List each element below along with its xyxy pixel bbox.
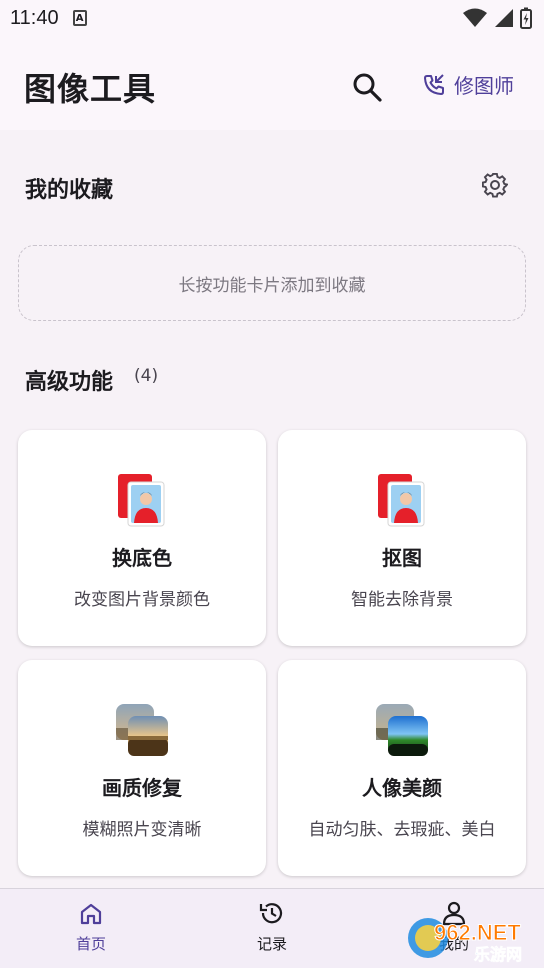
feature-card-quality-repair[interactable]: 画质修复 模糊照片变清晰 — [18, 660, 266, 876]
card-name: 抠图 — [382, 546, 422, 570]
card-desc: 自动匀肤、去瑕疵、美白 — [308, 820, 496, 840]
landscape-icon — [116, 704, 168, 756]
card-name: 换底色 — [112, 546, 172, 570]
card-name: 人像美颜 — [362, 776, 442, 800]
page-title: 图像工具 — [24, 70, 157, 108]
advanced-count: (4) — [134, 366, 159, 386]
card-desc: 改变图片背景颜色 — [74, 590, 210, 610]
watermark-text: 962.NET — [434, 920, 521, 945]
watermark-logo: 962.NET 乐游网 — [408, 918, 522, 964]
status-icons — [462, 7, 532, 29]
settings-gear-icon[interactable] — [482, 172, 508, 198]
wifi-icon — [463, 8, 487, 27]
advanced-title: 高级功能 — [25, 370, 114, 395]
portrait-icon — [118, 474, 165, 527]
card-desc: 模糊照片变清晰 — [82, 820, 202, 840]
status-bar: 11:40 A — [0, 0, 544, 36]
landscape-icon — [376, 704, 428, 756]
watermark-subtext: 乐游网 — [474, 945, 522, 964]
history-icon — [259, 903, 283, 924]
feature-card-portrait-beauty[interactable]: 人像美颜 自动匀肤、去瑕疵、美白 — [278, 660, 526, 876]
nav-item-home[interactable]: 首页 — [31, 889, 151, 968]
nav-item-history[interactable]: 记录 — [212, 889, 332, 968]
favorites-empty-box: 长按功能卡片添加到收藏 — [18, 245, 526, 321]
favorites-empty-hint: 长按功能卡片添加到收藏 — [178, 275, 366, 296]
notification-a-icon: A — [72, 10, 87, 26]
app-bar: 图像工具 修图师 — [0, 44, 544, 130]
retouch-button[interactable]: 修图师 — [422, 70, 514, 99]
signal-icon — [495, 9, 513, 27]
portrait-icon — [378, 474, 425, 527]
battery-icon — [520, 7, 532, 29]
status-time: 11:40 — [10, 6, 59, 29]
favorites-title: 我的收藏 — [25, 178, 114, 203]
nav-label-home: 首页 — [75, 935, 106, 953]
card-name: 画质修复 — [102, 776, 182, 800]
nav-label-history: 记录 — [256, 935, 287, 953]
retouch-label: 修图师 — [454, 74, 514, 98]
phone-call-icon — [424, 73, 444, 95]
feature-card-change-background[interactable]: 换底色 改变图片背景颜色 — [18, 430, 266, 646]
home-icon — [80, 903, 102, 925]
feature-card-cutout[interactable]: 抠图 智能去除背景 — [278, 430, 526, 646]
card-desc: 智能去除背景 — [351, 590, 453, 610]
search-icon[interactable] — [350, 70, 384, 104]
